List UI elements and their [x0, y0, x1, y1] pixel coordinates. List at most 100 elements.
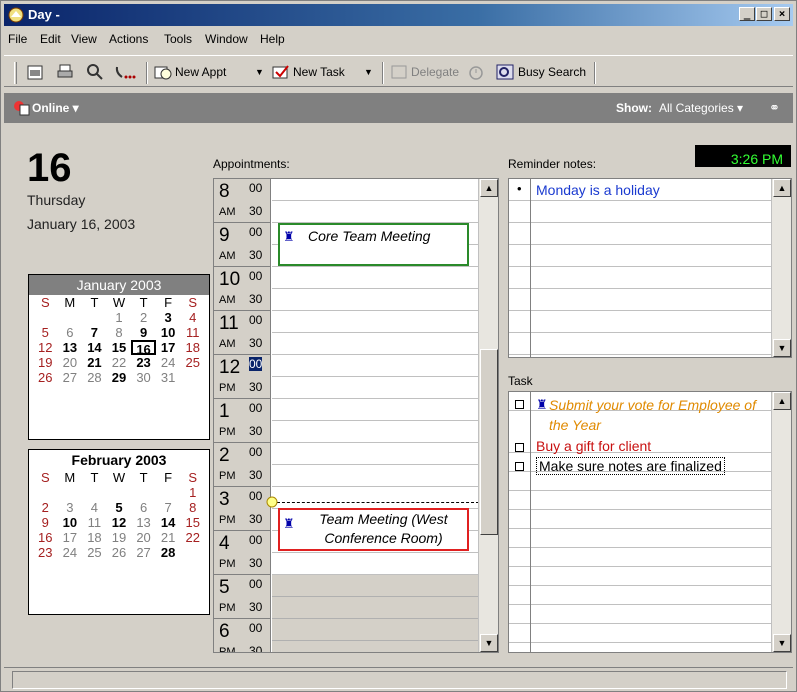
calendar-day[interactable]: 8: [107, 325, 132, 340]
calendar-day[interactable]: 14: [156, 515, 181, 530]
calendar-day[interactable]: 25: [180, 355, 205, 370]
menu-window[interactable]: Window: [205, 32, 248, 46]
reminder-notes-pane[interactable]: • Monday is a holiday ▲ ▼: [508, 178, 792, 358]
time-slot[interactable]: [272, 311, 479, 333]
toolbar-grip[interactable]: [14, 62, 17, 84]
calendar-day[interactable]: 10: [58, 515, 83, 530]
new-task-dropdown-arrow[interactable]: ▼: [358, 60, 373, 84]
calendar-day[interactable]: 3: [156, 310, 181, 325]
calendar-day[interactable]: 17: [156, 340, 181, 355]
calendar-day[interactable]: 15: [180, 515, 205, 530]
scroll-down-button[interactable]: ▼: [480, 634, 498, 652]
calendar-day[interactable]: 31: [156, 370, 181, 385]
calendar-day[interactable]: 12: [107, 515, 132, 530]
task-row[interactable]: [509, 491, 773, 510]
category-filter-dropdown[interactable]: All Categories ▾: [659, 101, 743, 115]
calendar-day[interactable]: 2: [33, 500, 58, 515]
calendar-day[interactable]: 5: [33, 325, 58, 340]
scroll-down-button[interactable]: ▼: [773, 339, 791, 357]
reminder-row[interactable]: [509, 311, 773, 333]
delegate-button[interactable]: Delegate: [390, 60, 459, 84]
calendar-day[interactable]: 3: [58, 500, 83, 515]
busy-search-button[interactable]: Busy Search: [496, 60, 586, 84]
calendar-day[interactable]: 29: [107, 370, 132, 385]
calendar-day[interactable]: 21: [82, 355, 107, 370]
calendar-day[interactable]: 28: [82, 370, 107, 385]
close-button[interactable]: ×: [774, 7, 790, 21]
calendar-day[interactable]: 20: [131, 530, 156, 545]
calendar-day[interactable]: 27: [58, 370, 83, 385]
time-slot[interactable]: [272, 553, 479, 575]
appointments-scrollbar[interactable]: ▲ ▼: [478, 179, 498, 652]
time-slot[interactable]: [272, 333, 479, 355]
calendar-day[interactable]: 7: [82, 325, 107, 340]
task-checkbox[interactable]: [515, 443, 524, 452]
calendar-day[interactable]: 17: [58, 530, 83, 545]
time-slot[interactable]: [272, 465, 479, 487]
alarm-icon[interactable]: [467, 60, 485, 84]
task-checkbox[interactable]: [515, 462, 524, 471]
calendar-day[interactable]: 26: [33, 370, 58, 385]
task-row[interactable]: [509, 548, 773, 567]
calendar-day[interactable]: 2: [131, 310, 156, 325]
reminder-row[interactable]: [509, 201, 773, 223]
calendar-day[interactable]: 8: [180, 500, 205, 515]
time-slot[interactable]: [272, 399, 479, 421]
task-row[interactable]: [509, 510, 773, 529]
new-appt-dropdown-arrow[interactable]: ▼: [249, 60, 264, 84]
calendar-day[interactable]: 22: [180, 530, 205, 545]
time-slot[interactable]: [272, 619, 479, 641]
calendar-day[interactable]: 18: [82, 530, 107, 545]
menu-actions[interactable]: Actions: [109, 32, 148, 46]
reminder-row[interactable]: [509, 223, 773, 245]
calendar-day[interactable]: 1: [107, 310, 132, 325]
appointment-team-meeting[interactable]: ♜ Team Meeting (West Conference Room): [278, 508, 469, 551]
time-slot[interactable]: [272, 179, 479, 201]
task-row[interactable]: [509, 586, 773, 605]
calendar-day[interactable]: 9: [131, 325, 156, 340]
scroll-thumb[interactable]: [480, 349, 498, 535]
calendar-day[interactable]: 13: [131, 515, 156, 530]
scroll-down-button[interactable]: ▼: [773, 634, 791, 652]
calendar-day[interactable]: 23: [33, 545, 58, 560]
appointment-core-team[interactable]: ♜ Core Team Meeting: [278, 223, 469, 266]
time-slot[interactable]: [272, 443, 479, 465]
calendar-day[interactable]: 4: [180, 310, 205, 325]
minimize-button[interactable]: _: [739, 7, 755, 21]
time-slot[interactable]: [272, 377, 479, 399]
reminder-row[interactable]: [509, 245, 773, 267]
calendar-day[interactable]: 15: [107, 340, 132, 355]
calendar-day[interactable]: 6: [131, 500, 156, 515]
calendar-day[interactable]: 12: [33, 340, 58, 355]
time-slot[interactable]: [272, 575, 479, 597]
reminder-row[interactable]: [509, 267, 773, 289]
calendar-day[interactable]: 26: [107, 545, 132, 560]
calendar-icon[interactable]: [26, 60, 44, 84]
print-icon[interactable]: [56, 60, 74, 84]
time-slot[interactable]: [272, 487, 479, 509]
calendar-day[interactable]: 6: [58, 325, 83, 340]
calendar-day[interactable]: 24: [156, 355, 181, 370]
calendar-day[interactable]: 23: [131, 355, 156, 370]
menu-edit[interactable]: Edit: [40, 32, 61, 46]
calendar-day[interactable]: 1: [180, 485, 205, 500]
maximize-button[interactable]: □: [756, 7, 772, 21]
search-icon[interactable]: [86, 60, 104, 84]
task-pane[interactable]: ♜ Submit your vote for Employee of the Y…: [508, 391, 792, 653]
task-row[interactable]: [509, 605, 773, 624]
scroll-up-button[interactable]: ▲: [480, 179, 498, 197]
calendar-day[interactable]: 9: [33, 515, 58, 530]
calendar-day[interactable]: 21: [156, 530, 181, 545]
calendar-day[interactable]: 20: [58, 355, 83, 370]
calendar-day[interactable]: 28: [156, 545, 181, 560]
online-status-dropdown[interactable]: Online ▾: [32, 101, 79, 115]
reminder-note[interactable]: Monday is a holiday: [536, 182, 660, 198]
calendar-day[interactable]: 30: [131, 370, 156, 385]
time-slot[interactable]: [272, 267, 479, 289]
calendar-day[interactable]: 10: [156, 325, 181, 340]
task-text[interactable]: Buy a gift for client: [536, 438, 651, 454]
task-row[interactable]: [509, 567, 773, 586]
appointments-pane[interactable]: 8 AM 00 30 9 AM 00 30 10 AM 00 30 11 AM 00 30 12 PM 00 30 1 P…: [213, 178, 499, 653]
scroll-up-button[interactable]: ▲: [773, 179, 791, 197]
new-task-button[interactable]: New Task: [272, 60, 345, 84]
